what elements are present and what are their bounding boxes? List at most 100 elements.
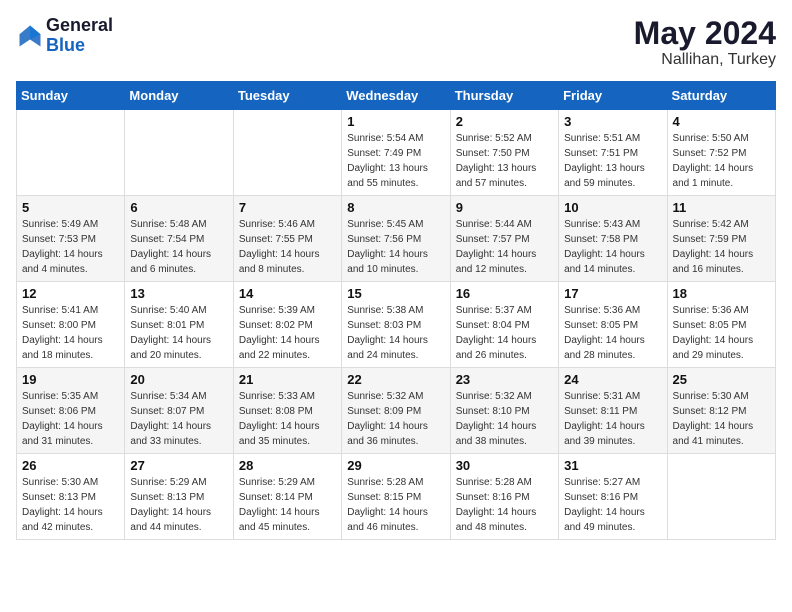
calendar-day-5: 5 Sunrise: 5:49 AM Sunset: 7:53 PM Daylig… [17,196,125,282]
calendar-week-row: 1 Sunrise: 5:54 AM Sunset: 7:49 PM Daylig… [17,110,776,196]
calendar-day-4: 4 Sunrise: 5:50 AM Sunset: 7:52 PM Daylig… [667,110,775,196]
calendar-day-14: 14 Sunrise: 5:39 AM Sunset: 8:02 PM Dayli… [233,282,341,368]
day-number: 7 [239,200,336,215]
col-header-friday: Friday [559,82,667,110]
col-header-wednesday: Wednesday [342,82,450,110]
calendar-day-24: 24Sunrise: 5:31 AM Sunset: 8:11 PM Dayli… [559,368,667,454]
day-info: Sunrise: 5:52 AM Sunset: 7:50 PM Dayligh… [456,131,553,191]
day-number: 26 [22,458,119,473]
day-info: Sunrise: 5:29 AM Sunset: 8:13 PM Dayligh… [130,475,227,535]
day-number: 16 [456,286,553,301]
location: Nallihan, Turkey [634,51,776,69]
day-info: Sunrise: 5:34 AM Sunset: 8:07 PM Dayligh… [130,389,227,449]
calendar-empty [17,110,125,196]
day-info: Sunrise: 5:54 AM Sunset: 7:49 PM Dayligh… [347,131,444,191]
calendar-empty [667,454,775,540]
calendar-day-30: 30Sunrise: 5:28 AM Sunset: 8:16 PM Dayli… [450,454,558,540]
calendar-day-26: 26 Sunrise: 5:30 AM Sunset: 8:13 PM Dayli… [17,454,125,540]
col-header-monday: Monday [125,82,233,110]
day-number: 30 [456,458,553,473]
calendar-day-15: 15 Sunrise: 5:38 AM Sunset: 8:03 PM Dayli… [342,282,450,368]
day-info: Sunrise: 5:39 AM Sunset: 8:02 PM Dayligh… [239,303,336,363]
calendar-day-11: 11 Sunrise: 5:42 AM Sunset: 7:59 PM Dayli… [667,196,775,282]
calendar-week-row: 5 Sunrise: 5:49 AM Sunset: 7:53 PM Daylig… [17,196,776,282]
day-info: Sunrise: 5:44 AM Sunset: 7:57 PM Dayligh… [456,217,553,277]
day-info: Sunrise: 5:51 AM Sunset: 7:51 PM Dayligh… [564,131,661,191]
day-info: Sunrise: 5:50 AM Sunset: 7:52 PM Dayligh… [673,131,770,191]
col-header-sunday: Sunday [17,82,125,110]
calendar-day-16: 16 Sunrise: 5:37 AM Sunset: 8:04 PM Dayli… [450,282,558,368]
col-header-tuesday: Tuesday [233,82,341,110]
day-number: 14 [239,286,336,301]
calendar-day-22: 22Sunrise: 5:32 AM Sunset: 8:09 PM Dayli… [342,368,450,454]
day-number: 19 [22,372,119,387]
calendar-day-3: 3Sunrise: 5:51 AM Sunset: 7:51 PM Daylig… [559,110,667,196]
calendar-day-2: 2 Sunrise: 5:52 AM Sunset: 7:50 PM Daylig… [450,110,558,196]
calendar-day-18: 18 Sunrise: 5:36 AM Sunset: 8:05 PM Dayli… [667,282,775,368]
day-number: 18 [673,286,770,301]
day-number: 1 [347,114,444,129]
calendar-day-1: 1 Sunrise: 5:54 AM Sunset: 7:49 PM Daylig… [342,110,450,196]
calendar-header-row: SundayMondayTuesdayWednesdayThursdayFrid… [17,82,776,110]
calendar-week-row: 26 Sunrise: 5:30 AM Sunset: 8:13 PM Dayli… [17,454,776,540]
day-number: 5 [22,200,119,215]
calendar-day-13: 13 Sunrise: 5:40 AM Sunset: 8:01 PM Dayli… [125,282,233,368]
day-info: Sunrise: 5:43 AM Sunset: 7:58 PM Dayligh… [564,217,661,277]
day-number: 15 [347,286,444,301]
day-number: 6 [130,200,227,215]
day-number: 9 [456,200,553,215]
calendar-empty [125,110,233,196]
day-info: Sunrise: 5:29 AM Sunset: 8:14 PM Dayligh… [239,475,336,535]
col-header-thursday: Thursday [450,82,558,110]
calendar-day-8: 8Sunrise: 5:45 AM Sunset: 7:56 PM Daylig… [342,196,450,282]
logo-text: General Blue [46,16,113,56]
day-info: Sunrise: 5:42 AM Sunset: 7:59 PM Dayligh… [673,217,770,277]
calendar-day-9: 9 Sunrise: 5:44 AM Sunset: 7:57 PM Daylig… [450,196,558,282]
calendar-empty [233,110,341,196]
day-info: Sunrise: 5:48 AM Sunset: 7:54 PM Dayligh… [130,217,227,277]
day-info: Sunrise: 5:38 AM Sunset: 8:03 PM Dayligh… [347,303,444,363]
day-info: Sunrise: 5:32 AM Sunset: 8:10 PM Dayligh… [456,389,553,449]
day-info: Sunrise: 5:45 AM Sunset: 7:56 PM Dayligh… [347,217,444,277]
day-number: 10 [564,200,661,215]
day-info: Sunrise: 5:49 AM Sunset: 7:53 PM Dayligh… [22,217,119,277]
calendar-week-row: 19 Sunrise: 5:35 AM Sunset: 8:06 PM Dayli… [17,368,776,454]
calendar-day-23: 23 Sunrise: 5:32 AM Sunset: 8:10 PM Dayli… [450,368,558,454]
calendar-day-19: 19 Sunrise: 5:35 AM Sunset: 8:06 PM Dayli… [17,368,125,454]
calendar-day-12: 12Sunrise: 5:41 AM Sunset: 8:00 PM Dayli… [17,282,125,368]
title-area: May 2024 Nallihan, Turkey [634,16,776,69]
day-number: 13 [130,286,227,301]
day-number: 29 [347,458,444,473]
day-number: 25 [673,372,770,387]
logo-icon [16,22,44,50]
day-number: 31 [564,458,661,473]
day-info: Sunrise: 5:37 AM Sunset: 8:04 PM Dayligh… [456,303,553,363]
day-info: Sunrise: 5:30 AM Sunset: 8:13 PM Dayligh… [22,475,119,535]
day-info: Sunrise: 5:40 AM Sunset: 8:01 PM Dayligh… [130,303,227,363]
calendar-day-27: 27 Sunrise: 5:29 AM Sunset: 8:13 PM Dayli… [125,454,233,540]
logo: General Blue [16,16,113,56]
day-number: 17 [564,286,661,301]
page-header: General Blue May 2024 Nallihan, Turkey [16,16,776,69]
day-info: Sunrise: 5:28 AM Sunset: 8:15 PM Dayligh… [347,475,444,535]
day-info: Sunrise: 5:35 AM Sunset: 8:06 PM Dayligh… [22,389,119,449]
day-number: 28 [239,458,336,473]
calendar-day-20: 20Sunrise: 5:34 AM Sunset: 8:07 PM Dayli… [125,368,233,454]
day-number: 21 [239,372,336,387]
day-info: Sunrise: 5:36 AM Sunset: 8:05 PM Dayligh… [673,303,770,363]
day-info: Sunrise: 5:32 AM Sunset: 8:09 PM Dayligh… [347,389,444,449]
day-info: Sunrise: 5:27 AM Sunset: 8:16 PM Dayligh… [564,475,661,535]
day-number: 27 [130,458,227,473]
calendar-day-25: 25 Sunrise: 5:30 AM Sunset: 8:12 PM Dayli… [667,368,775,454]
day-number: 2 [456,114,553,129]
month-title: May 2024 [634,16,776,51]
calendar-day-28: 28 Sunrise: 5:29 AM Sunset: 8:14 PM Dayli… [233,454,341,540]
day-number: 11 [673,200,770,215]
day-number: 4 [673,114,770,129]
col-header-saturday: Saturday [667,82,775,110]
calendar-table: SundayMondayTuesdayWednesdayThursdayFrid… [16,81,776,540]
day-info: Sunrise: 5:30 AM Sunset: 8:12 PM Dayligh… [673,389,770,449]
calendar-day-29: 29 Sunrise: 5:28 AM Sunset: 8:15 PM Dayli… [342,454,450,540]
calendar-day-7: 7Sunrise: 5:46 AM Sunset: 7:55 PM Daylig… [233,196,341,282]
day-number: 23 [456,372,553,387]
